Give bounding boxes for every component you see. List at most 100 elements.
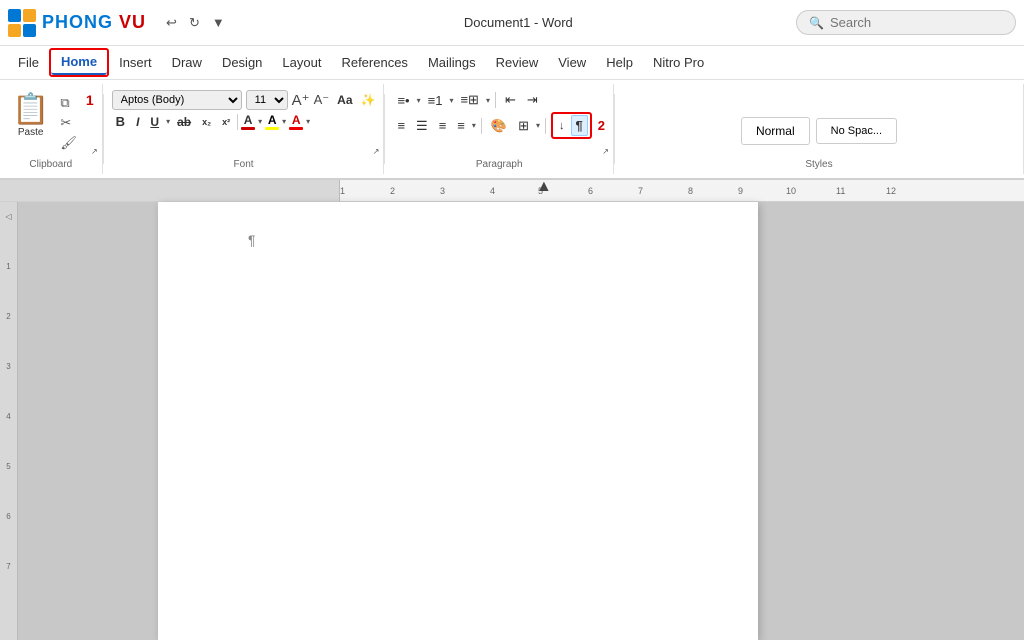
highlight-dropdown[interactable]: ▾: [282, 117, 286, 126]
align-center-button[interactable]: ☰: [412, 116, 432, 136]
main-area: ◁ 1 2 3 4 5 6 7 ¶: [0, 202, 1024, 640]
change-case-button[interactable]: Aa: [333, 92, 356, 108]
search-box[interactable]: 🔍: [796, 10, 1016, 35]
numbering-button[interactable]: ≡1: [424, 91, 447, 110]
v-ruler-mark-2: 2: [6, 312, 10, 321]
justify-button[interactable]: ≡: [453, 116, 469, 135]
font-size-select[interactable]: 11: [246, 90, 288, 110]
menu-item-layout[interactable]: Layout: [272, 51, 331, 74]
search-icon: 🔍: [809, 16, 824, 30]
ruler: 1 2 3 4 5 6 7 8 9 10 11 12 ▲: [0, 180, 1024, 202]
bullets-button[interactable]: ≡•: [393, 91, 413, 110]
text-color-dropdown[interactable]: ▾: [306, 117, 310, 126]
menu-item-home[interactable]: Home: [51, 50, 107, 75]
ruler-mark-10: 10: [786, 186, 796, 196]
sort-button[interactable]: ↓: [555, 118, 569, 134]
menu-item-mailings[interactable]: Mailings: [418, 51, 486, 74]
bullets-dropdown[interactable]: ▾: [417, 96, 421, 105]
line-spacing-dropdown[interactable]: ▾: [472, 121, 476, 130]
font-color-button[interactable]: A: [241, 113, 255, 130]
underline-button[interactable]: U: [146, 114, 163, 130]
search-input[interactable]: [830, 15, 990, 30]
align-left-button[interactable]: ≡: [393, 116, 409, 135]
font-divider: [237, 114, 238, 130]
increase-indent-button[interactable]: ⇥: [523, 90, 542, 110]
show-formatting-button[interactable]: ¶: [571, 115, 588, 136]
ruler-mark-7: 7: [638, 186, 643, 196]
right-grey-area: [758, 202, 1024, 640]
clipboard-label: Clipboard: [29, 159, 72, 170]
copy-button[interactable]: ⧉: [57, 94, 80, 112]
styles-label: Styles: [805, 159, 832, 170]
text-color-button[interactable]: A: [289, 113, 303, 130]
shading-button[interactable]: 🎨: [487, 116, 511, 136]
menu-item-design[interactable]: Design: [212, 51, 272, 74]
style-no-space-button[interactable]: No Spac...: [816, 118, 897, 144]
menu-item-review[interactable]: Review: [486, 51, 549, 74]
text-effects-button[interactable]: ✨: [361, 93, 376, 107]
v-ruler-mark-left: ◁: [5, 212, 11, 221]
document-page[interactable]: ¶: [158, 202, 758, 640]
multilevel-dropdown[interactable]: ▾: [486, 96, 490, 105]
menu-item-insert[interactable]: Insert: [109, 51, 162, 74]
ruler-numbers: 1 2 3 4 5 6 7 8 9 10 11 12 ▲: [340, 180, 1024, 201]
style-normal-button[interactable]: Normal: [741, 117, 810, 145]
shrink-font-button[interactable]: A⁻: [314, 92, 330, 108]
menu-bar: File Home Insert Draw Design Layout Refe…: [0, 46, 1024, 80]
borders-dropdown[interactable]: ▾: [536, 121, 540, 130]
grow-font-button[interactable]: A⁺: [292, 91, 310, 109]
clipboard-number-badge: 1: [86, 92, 94, 108]
underline-dropdown[interactable]: ▾: [166, 117, 170, 126]
highlight-button[interactable]: A: [265, 113, 279, 130]
menu-item-references[interactable]: References: [331, 51, 417, 74]
ruler-mark-11: 11: [836, 186, 845, 196]
subscript-button[interactable]: x₂: [198, 116, 215, 128]
v-ruler-mark-7: 7: [6, 562, 10, 571]
font-family-select[interactable]: Aptos (Body): [112, 90, 242, 110]
ruler-indent-marker[interactable]: ▲: [536, 180, 552, 196]
strikethrough-button[interactable]: ab: [173, 114, 195, 130]
clipboard-expand-button[interactable]: ↗: [91, 147, 98, 156]
paragraph-group: ≡• ▾ ≡1 ▾ ≡⊞ ▾ ⇤ ⇥ ≡ ☰ ≡ ≡ ▾ 🎨 ⊞ ▾: [385, 84, 614, 174]
customize-quick-access-button[interactable]: ▼: [208, 13, 229, 32]
redo-button[interactable]: ↻: [185, 13, 204, 33]
clipboard-sub-buttons: ⧉ ✂ 🖌: [57, 94, 80, 152]
superscript-button[interactable]: x²: [218, 116, 234, 128]
font-expand-button[interactable]: ↗: [373, 147, 380, 156]
vertical-ruler: ◁ 1 2 3 4 5 6 7: [0, 202, 18, 640]
paragraph-expand-button[interactable]: ↗: [602, 147, 609, 156]
ruler-mark-9: 9: [738, 186, 743, 196]
menu-item-draw[interactable]: Draw: [162, 51, 212, 74]
menu-item-help[interactable]: Help: [596, 51, 643, 74]
paragraph-number-badge: 2: [598, 118, 605, 133]
cut-button[interactable]: ✂: [57, 114, 80, 132]
document-title: Document1 - Word: [249, 15, 788, 30]
italic-button[interactable]: I: [132, 114, 143, 130]
title-bar: PHONG VU ↩ ↻ ▼ Document1 - Word 🔍: [0, 0, 1024, 46]
multilevel-button[interactable]: ≡⊞: [456, 90, 482, 110]
undo-button[interactable]: ↩: [162, 13, 181, 33]
borders-button[interactable]: ⊞: [514, 116, 533, 136]
paste-button[interactable]: 📋 Paste: [8, 90, 53, 140]
font-color-dropdown[interactable]: ▾: [258, 117, 262, 126]
logo-area: PHONG VU: [8, 9, 146, 37]
para-divider-3: [545, 118, 546, 134]
highlight-bar: [265, 127, 279, 130]
font-color-bar: [241, 127, 255, 130]
clipboard-group: 📋 Paste ⧉ ✂ 🖌 1 Clipboard ↗: [0, 84, 103, 174]
menu-item-view[interactable]: View: [548, 51, 596, 74]
bold-button[interactable]: B: [112, 113, 129, 130]
align-right-button[interactable]: ≡: [435, 116, 451, 135]
format-painter-button[interactable]: 🖌: [57, 134, 80, 152]
logo-grid: [8, 9, 36, 37]
para-divider-1: [495, 92, 496, 108]
menu-item-nitro[interactable]: Nitro Pro: [643, 51, 714, 74]
font-row-1: Aptos (Body) 11 A⁺ A⁻ Aa ✨: [112, 90, 376, 110]
font-row-2: B I U ▾ ab x₂ x² A ▾ A ▾ A: [112, 113, 311, 130]
menu-item-file[interactable]: File: [8, 51, 49, 74]
numbering-dropdown[interactable]: ▾: [449, 96, 453, 105]
v-ruler-mark-3: 3: [6, 362, 10, 371]
logo-cell-2: [23, 9, 36, 22]
paragraph-marks-box: ↓ ¶: [551, 112, 592, 139]
decrease-indent-button[interactable]: ⇤: [501, 90, 520, 110]
